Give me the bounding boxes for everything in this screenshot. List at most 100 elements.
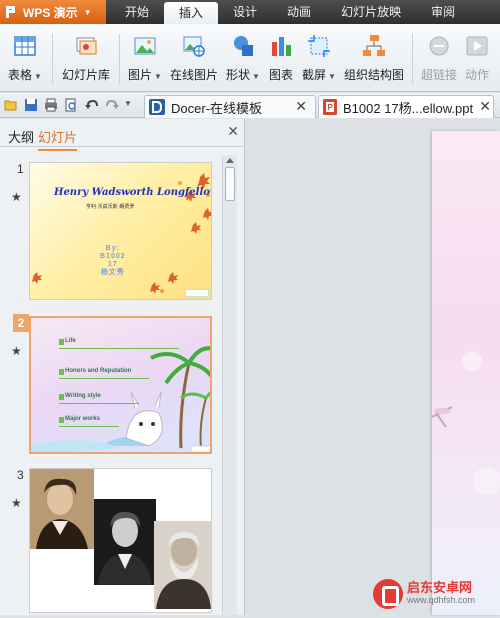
hyperlink-button: 超链接: [420, 30, 458, 86]
docer-tab-label: Docer-在线模板: [171, 100, 263, 116]
slide-library-button[interactable]: 幻灯片库: [60, 30, 112, 86]
tab-animation[interactable]: 动画: [272, 0, 326, 24]
slides-panel: 大纲 幻灯片 ✕ 1 ★ Henry Wadsworth Longfellow …: [0, 119, 245, 615]
portrait-photo-2: [94, 499, 156, 585]
divider: [59, 348, 179, 349]
slide-library-label: 幻灯片库: [61, 68, 110, 82]
chevron-down-icon[interactable]: ▼: [124, 99, 132, 108]
org-chart-icon: [363, 35, 385, 56]
slide-library-icon: [76, 37, 97, 55]
bullet-icon: [59, 369, 64, 375]
tab-design[interactable]: 设计: [218, 0, 272, 24]
menu-tabs: 开始 插入 设计 动画 幻灯片放映 审阅: [110, 0, 470, 24]
ribbon-separator: [119, 34, 120, 84]
slide-thumbnail-3[interactable]: [29, 468, 212, 613]
slide-editing-area[interactable]: [246, 119, 500, 615]
caret-icon: ▼: [252, 72, 260, 81]
bullet-icon: [59, 339, 64, 345]
scroll-up-icon[interactable]: [226, 158, 234, 163]
divider: [59, 426, 119, 427]
panel-scrollbar[interactable]: [222, 155, 237, 615]
chevron-down-icon: ▼: [83, 7, 92, 17]
shapes-icon: [234, 36, 253, 56]
title-bar: WPS 演示 ▼ 开始 插入 设计 动画 幻灯片放映 审阅: [0, 0, 500, 24]
action-icon: [466, 36, 488, 56]
bullet-icon: [59, 417, 64, 423]
close-tab-icon[interactable]: ✕: [479, 98, 491, 115]
slide-thumbnail-2[interactable]: Life Honors and Reputation Writing style…: [29, 316, 212, 454]
star-icon: ★: [11, 190, 22, 204]
chart-button[interactable]: 图表: [266, 30, 296, 86]
tab-insert[interactable]: 插入: [164, 2, 219, 24]
slide1-author: By: B1002 17 杨文秀: [100, 245, 126, 277]
scroll-thumb[interactable]: [225, 167, 235, 201]
tab-docer[interactable]: Docer-在线模板 ✕: [144, 95, 316, 118]
slide2-item-major-works: Major works: [65, 416, 101, 422]
wps-logo-icon: [4, 5, 18, 19]
slide1-by-line: By:: [105, 245, 120, 252]
tab-review[interactable]: 审阅: [416, 0, 470, 24]
star-icon: ★: [11, 496, 22, 510]
slide1-footer-logo: [185, 289, 209, 297]
chart-icon: [272, 37, 291, 56]
tab-slideshow[interactable]: 幻灯片放映: [326, 0, 416, 24]
caret-icon: ▼: [34, 72, 42, 81]
caret-icon: ▼: [328, 72, 336, 81]
hyperlink-label: 超链接: [420, 68, 457, 82]
ribbon-separator: [52, 34, 53, 84]
active-file-tab-label: B1002 17杨...ellow.ppt: [343, 100, 474, 116]
current-slide-canvas[interactable]: [431, 131, 500, 615]
slide-number-selected: 2: [13, 314, 29, 332]
portrait-photo-1: [30, 469, 94, 549]
divider: [59, 378, 149, 379]
slide2-item-honors: Honors and Reputation: [65, 368, 132, 374]
panel-tabs: 大纲 幻灯片 ✕: [0, 119, 245, 151]
online-picture-icon: [183, 36, 205, 57]
slide-thumbnail-1[interactable]: Henry Wadsworth Longfellow 亨利·沃兹沃斯·朗费罗 B…: [29, 162, 212, 300]
print-preview-icon[interactable]: [64, 98, 78, 112]
dragonfly-decoration: [431, 351, 500, 495]
tab-home[interactable]: 开始: [110, 0, 164, 24]
open-folder-icon[interactable]: [4, 98, 18, 112]
slide-number: 3: [17, 468, 24, 482]
slide2-item-writing-style: Writing style: [65, 393, 101, 399]
slide-number: 1: [17, 162, 24, 176]
online-picture-button[interactable]: 在线图片: [170, 30, 218, 86]
shapes-button[interactable]: 形状 ▼: [225, 30, 261, 86]
picture-button[interactable]: 图片 ▼: [126, 30, 164, 86]
svg-text:P: P: [328, 103, 334, 112]
print-icon[interactable]: [44, 98, 58, 112]
autumn-leaves-icon: [32, 173, 211, 294]
table-button[interactable]: 表格 ▼: [6, 30, 44, 86]
app-menu-button[interactable]: WPS 演示 ▼: [0, 0, 106, 24]
site-watermark: 启东安卓网 www.qdhfsh.com: [373, 578, 498, 610]
close-tab-icon[interactable]: ✕: [295, 98, 307, 115]
hyperlink-icon: [429, 36, 449, 56]
slide1-subtitle: 亨利·沃兹沃斯·朗费罗: [86, 204, 135, 210]
slide1-title: Henry Wadsworth Longfellow: [54, 187, 212, 198]
star-icon: ★: [11, 344, 22, 358]
org-chart-button[interactable]: 组织结构图: [342, 30, 406, 86]
undo-icon[interactable]: [84, 98, 98, 112]
save-icon[interactable]: [24, 98, 38, 112]
slide2-item-life: Life: [65, 338, 76, 344]
ppt-file-icon: P: [323, 99, 337, 115]
quick-access-bar: ▼ Docer-在线模板 ✕ P B1002 17杨...ellow.ppt ✕: [0, 93, 500, 118]
table-icon: [14, 36, 36, 56]
redo-icon[interactable]: [106, 98, 120, 112]
watermark-url: www.qdhfsh.com: [407, 595, 476, 605]
tab-active-file[interactable]: P B1002 17杨...ellow.ppt ✕: [318, 95, 494, 118]
portrait-photo-3: [154, 521, 211, 609]
screenshot-button[interactable]: 截屏 ▼: [300, 30, 338, 86]
screenshot-icon: [308, 35, 330, 57]
watermark-title: 启东安卓网: [407, 580, 473, 595]
close-panel-icon[interactable]: ✕: [227, 123, 239, 140]
tab-slides[interactable]: 幻灯片: [38, 127, 78, 151]
action-button: 动作: [462, 30, 492, 86]
tab-outline[interactable]: 大纲: [8, 127, 34, 146]
table-label: 表格: [8, 68, 33, 82]
caret-icon: ▼: [154, 72, 162, 81]
bullet-icon: [59, 394, 64, 400]
slide1-by-line: B1002: [100, 253, 126, 260]
org-chart-label: 组织结构图: [343, 68, 404, 82]
